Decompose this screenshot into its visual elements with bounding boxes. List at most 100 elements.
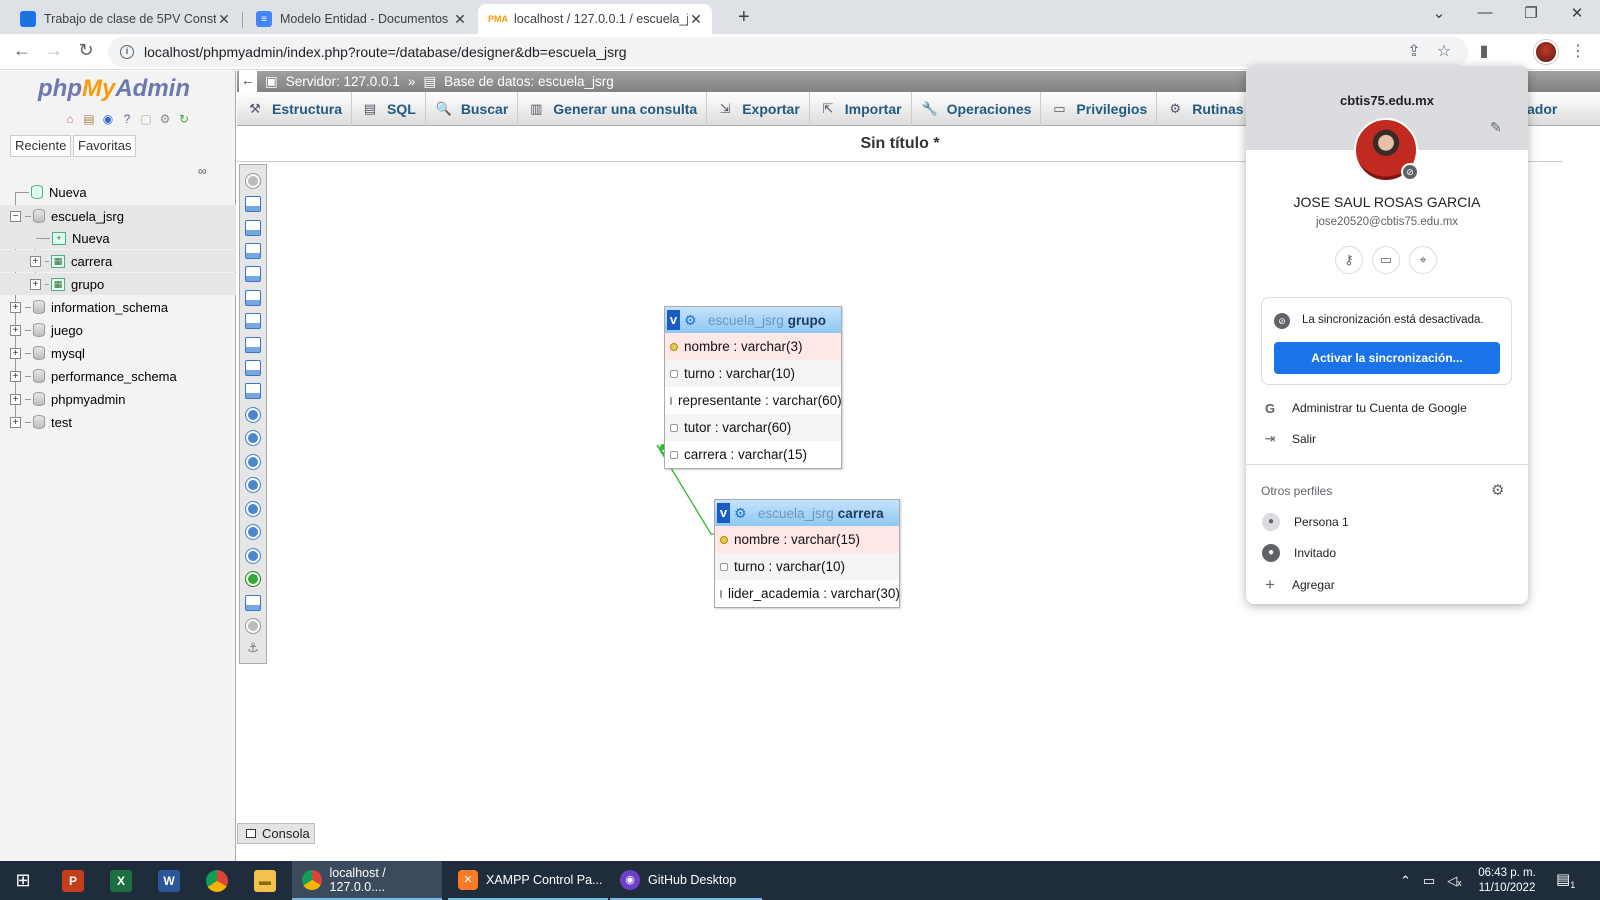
turn-on-sync-button[interactable]: Activar la sincronización... <box>1274 342 1500 374</box>
restore-icon[interactable]: ❐ <box>1508 4 1554 22</box>
designer-table-grupo[interactable]: v ⚙ escuela_jsrg grupo nombre : varchar(… <box>664 306 842 469</box>
close-icon[interactable]: ✕ <box>688 11 704 28</box>
profile-avatar-button[interactable] <box>1534 40 1558 64</box>
taskbar-window-github[interactable]: ◉ GitHub Desktop <box>610 861 762 900</box>
favorites-button[interactable]: Favoritas <box>73 135 137 157</box>
show-hidden-icons-icon[interactable]: ⌃ <box>1400 873 1411 889</box>
forward-icon[interactable]: → <box>42 40 66 61</box>
designer-table-carrera[interactable]: v ⚙ escuela_jsrg carrera nombre : varcha… <box>714 499 900 608</box>
table-options-gear-icon[interactable]: ⚙ <box>684 313 698 327</box>
addresses-pin-icon[interactable]: ⌖ <box>1409 246 1437 274</box>
documentation-icon[interactable]: ▢ <box>138 111 154 127</box>
table-column-row[interactable]: representante : varchar(60) <box>665 387 842 414</box>
tab-phpmyadmin[interactable]: PMA localhost / 127.0.0.1 / escuela_jsr … <box>478 4 712 34</box>
table-column-row[interactable]: turno : varchar(10) <box>715 553 899 580</box>
table-column-row[interactable]: lider_academia : varchar(30) <box>715 580 900 607</box>
volume-muted-icon[interactable]: ◁ₓ <box>1447 873 1461 889</box>
table-column-row[interactable]: carrera : varchar(15) <box>665 441 841 468</box>
profile-item-guest[interactable]: ● Invitado <box>1246 538 1528 568</box>
expand-icon[interactable]: + <box>30 255 41 267</box>
payment-card-icon[interactable]: ▭ <box>1372 246 1400 274</box>
close-icon[interactable]: ✕ <box>452 11 468 28</box>
link-with-main-icon[interactable]: ∞ <box>198 164 207 178</box>
tree-item-new-table[interactable]: + Nueva <box>0 227 236 249</box>
table-options-gear-icon[interactable]: ⚙ <box>734 506 748 520</box>
add-profile-item[interactable]: + Agregar <box>1246 570 1528 600</box>
expand-icon[interactable]: + <box>10 347 21 359</box>
console-toggle[interactable]: Consola <box>237 823 315 844</box>
powerpoint-icon[interactable]: P <box>50 861 96 900</box>
tab-docs[interactable]: ≡ Modelo Entidad - Documentos de ✕ <box>244 4 476 34</box>
column-icon <box>720 589 722 598</box>
taskbar-window-chrome[interactable]: localhost / 127.0.0.... <box>292 861 442 900</box>
taskbar-window-xampp[interactable]: ✕ XAMPP Control Pa... <box>448 861 608 900</box>
file-explorer-icon[interactable]: ▬ <box>242 861 288 900</box>
sign-out-item[interactable]: ⇥ Salir <box>1246 424 1528 454</box>
recent-button[interactable]: Reciente <box>10 135 72 157</box>
tree-item-carrera[interactable]: + ▦ carrera <box>0 250 236 272</box>
tree-item-information-schema[interactable]: + information_schema <box>0 296 236 318</box>
tab-classroom[interactable]: 👤 Trabajo de clase de 5PV Construy ✕ <box>8 4 240 34</box>
close-window-icon[interactable]: ✕ <box>1554 4 1600 22</box>
clock[interactable]: 06:43 p. m. 11/10/2022 <box>1470 866 1544 896</box>
settings-gear-icon[interactable]: ⚙ <box>157 111 173 127</box>
system-tray: ⌃ ▭ ◁ₓ <box>1400 861 1461 900</box>
profile-item-persona-1[interactable]: ● Persona 1 <box>1246 507 1528 537</box>
back-icon[interactable]: ← <box>10 40 34 61</box>
expand-icon[interactable]: + <box>10 416 21 428</box>
sql-query-icon[interactable]: ▤ <box>81 111 97 127</box>
table-header[interactable]: v ⚙ escuela_jsrg grupo <box>665 307 841 333</box>
collapse-icon[interactable]: − <box>10 210 21 222</box>
tree-item-phpmyadmin[interactable]: + phpmyadmin <box>0 388 236 410</box>
logout-icon[interactable]: ◉ <box>100 111 116 127</box>
site-info-icon[interactable]: i <box>120 45 134 59</box>
windows-start-icon[interactable]: ⊞ <box>0 861 46 900</box>
table-column-row[interactable]: tutor : varchar(60) <box>665 414 841 441</box>
expand-icon[interactable]: + <box>10 393 21 405</box>
home-icon[interactable]: ⌂ <box>62 111 78 127</box>
tree-item-new-db[interactable]: Nueva <box>0 181 236 203</box>
side-panel-icon[interactable]: ▮ <box>1472 41 1496 61</box>
manage-google-account-item[interactable]: G Administrar tu Cuenta de Google <box>1246 393 1528 423</box>
tree-item-test[interactable]: + test <box>0 411 236 433</box>
toggle-columns-icon[interactable]: v <box>667 310 680 330</box>
tree-item-grupo[interactable]: + ▦ grupo <box>0 273 236 295</box>
passwords-key-icon[interactable]: ⚷ <box>1335 246 1363 274</box>
notifications-icon[interactable]: ▤1 <box>1556 870 1575 890</box>
bookmark-star-icon[interactable]: ☆ <box>1432 41 1456 61</box>
tree-item-performance-schema[interactable]: + performance_schema <box>0 365 236 387</box>
phpmyadmin-logo[interactable]: phpMyAdmin <box>38 75 190 103</box>
table-column-row[interactable]: turno : varchar(10) <box>665 360 841 387</box>
tree-item-escuela-jsrg[interactable]: − escuela_jsrg <box>0 205 236 227</box>
chrome-pinned-icon[interactable] <box>194 861 240 900</box>
new-tab-icon[interactable]: + <box>738 6 750 29</box>
network-icon[interactable]: ▭ <box>1423 873 1435 889</box>
phpmyadmin-icon: PMA <box>488 14 508 24</box>
table-header[interactable]: v ⚙ escuela_jsrg carrera <box>715 500 899 526</box>
manage-profiles-gear-icon[interactable]: ⚙ <box>1491 481 1504 499</box>
close-icon[interactable]: ✕ <box>216 11 232 28</box>
reload-icon[interactable]: ↻ <box>74 40 98 61</box>
expand-icon[interactable]: + <box>10 301 21 313</box>
share-icon[interactable]: ⇪ <box>1402 41 1426 61</box>
reload-nav-icon[interactable]: ↻ <box>176 111 192 127</box>
excel-icon[interactable]: X <box>98 861 144 900</box>
address-bar[interactable]: i localhost/phpmyadmin/index.php?route=/… <box>108 37 1468 67</box>
expand-icon[interactable]: + <box>10 324 21 336</box>
word-icon[interactable]: W <box>146 861 192 900</box>
edit-pencil-icon[interactable]: ✎ <box>1490 119 1502 136</box>
table-column-row[interactable]: nombre : varchar(3) <box>665 333 841 360</box>
tab-title: Modelo Entidad - Documentos de <box>280 12 452 26</box>
minimize-icon[interactable]: — <box>1462 4 1508 21</box>
tab-search-icon[interactable]: ⌄ <box>1416 4 1462 22</box>
expand-icon[interactable]: + <box>30 278 41 290</box>
table-column-row[interactable]: nombre : varchar(15) <box>715 526 899 553</box>
tree-item-mysql[interactable]: + mysql <box>0 342 236 364</box>
expand-icon[interactable]: + <box>10 370 21 382</box>
toggle-columns-icon[interactable]: v <box>717 503 730 523</box>
database-icon <box>33 209 45 223</box>
menu-kebab-icon[interactable]: ⋮ <box>1566 41 1590 61</box>
tree-item-juego[interactable]: + juego <box>0 319 236 341</box>
docs-help-icon[interactable]: ? <box>119 111 135 127</box>
table-icon: ▦ <box>51 277 65 291</box>
